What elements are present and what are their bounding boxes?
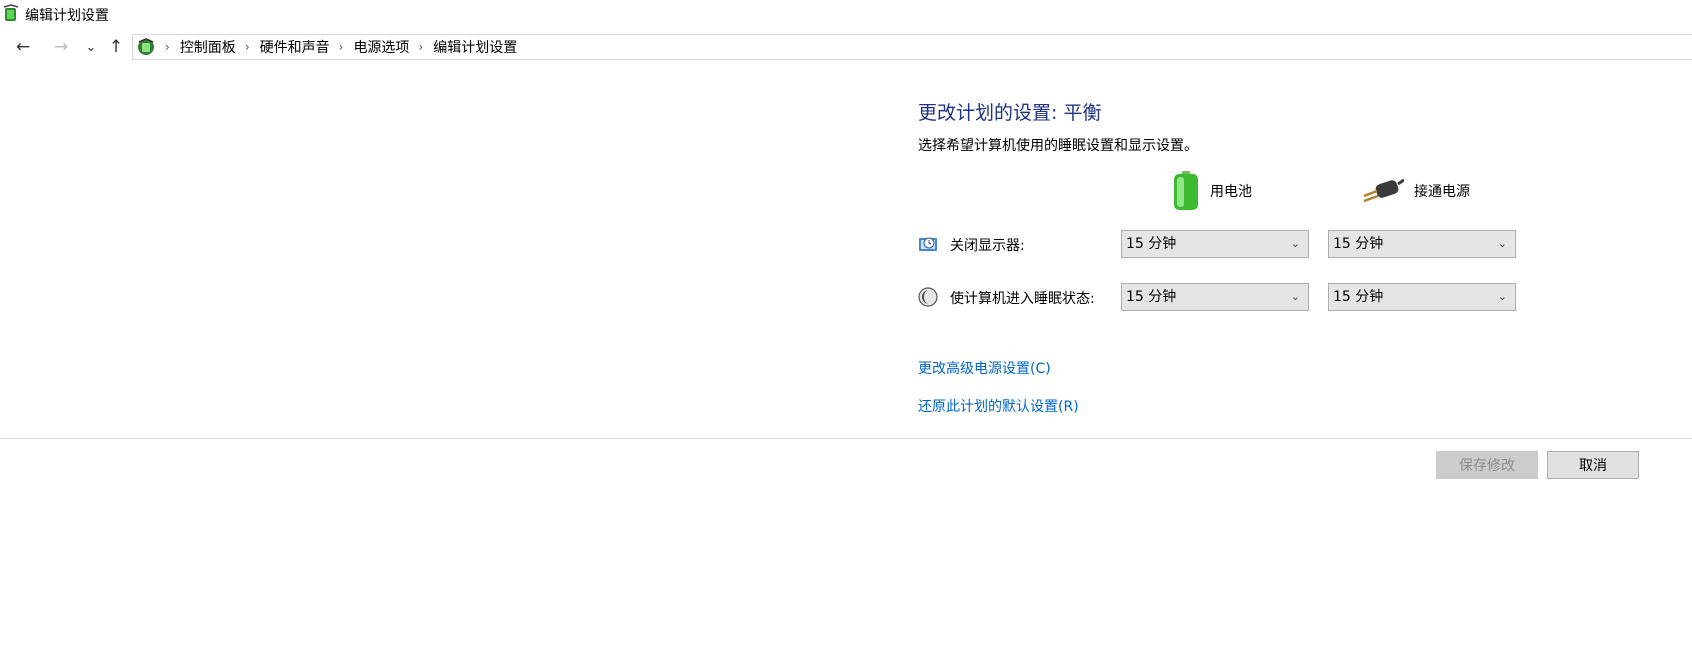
select-value: 15 分钟 [1333,236,1384,252]
display-battery-select[interactable]: 15 分钟 ⌄ [1121,230,1309,258]
navigation-bar: ← → ⌄ ↑ › 控制面板 › 硬件和声音 › 电源选项 › 编辑计划设置 [0,32,1692,62]
monitor-clock-icon [919,237,937,251]
select-value: 15 分钟 [1333,289,1384,305]
select-value: 15 分钟 [1126,289,1177,305]
forward-button[interactable]: → [48,32,74,62]
divider [0,438,1692,439]
setting-row-sleep: 使计算机进入睡眠状态: 15 分钟 ⌄ 15 分钟 ⌄ [918,283,1618,311]
breadcrumb-separator: › [165,40,170,54]
breadcrumb-hardware-sound[interactable]: 硬件和声音 [260,37,330,57]
arrow-left-icon: ← [15,37,31,57]
control-panel-icon [138,38,154,55]
chevron-down-icon: ⌄ [1497,237,1507,250]
cancel-button[interactable]: 取消 [1547,451,1639,479]
chevron-down-icon: ⌄ [1290,290,1300,303]
page-title: 更改计划的设置: 平衡 [918,102,1102,124]
power-options-icon [3,4,19,21]
display-plugged-in-select[interactable]: 15 分钟 ⌄ [1328,230,1516,258]
chevron-down-icon: ⌄ [1290,237,1300,250]
power-plug-icon [1363,178,1404,203]
arrow-right-icon: → [53,37,69,57]
column-header-battery: 用电池 [1172,170,1252,212]
column-label-plugged-in: 接通电源 [1414,184,1470,200]
battery-icon [1174,171,1198,210]
recent-locations-button[interactable]: ⌄ [82,32,100,62]
up-button[interactable]: ↑ [105,32,127,62]
page-description: 选择希望计算机使用的睡眠设置和显示设置。 [918,138,1198,154]
setting-label-sleep: 使计算机进入睡眠状态: [950,291,1095,307]
window-title: 编辑计划设置 [25,8,109,24]
column-label-battery: 用电池 [1210,184,1252,200]
breadcrumb-edit-plan[interactable]: 编辑计划设置 [433,37,517,57]
arrow-up-icon: ↑ [108,37,124,57]
column-header-plugged-in: 接通电源 [1362,170,1470,212]
chevron-down-icon: ⌄ [85,39,97,55]
breadcrumb-separator[interactable]: › [339,40,344,54]
breadcrumb-control-panel[interactable]: 控制面板 [180,37,236,57]
advanced-power-settings-link[interactable]: 更改高级电源设置(C) [918,358,1051,378]
breadcrumb-separator[interactable]: › [245,40,250,54]
breadcrumb-separator[interactable]: › [418,40,423,54]
setting-label-display: 关闭显示器: [950,238,1025,254]
sleep-battery-select[interactable]: 15 分钟 ⌄ [1121,283,1309,311]
sleep-plugged-in-select[interactable]: 15 分钟 ⌄ [1328,283,1516,311]
breadcrumb-power-options[interactable]: 电源选项 [353,37,409,57]
back-button[interactable]: ← [10,32,36,62]
moon-icon [918,287,938,307]
restore-defaults-link[interactable]: 还原此计划的默认设置(R) [918,396,1079,416]
setting-row-display: 关闭显示器: 15 分钟 ⌄ 15 分钟 ⌄ [918,230,1618,258]
select-value: 15 分钟 [1126,236,1177,252]
title-bar: 编辑计划设置 [0,0,1692,28]
save-changes-button[interactable]: 保存修改 [1436,451,1538,479]
address-bar[interactable]: › 控制面板 › 硬件和声音 › 电源选项 › 编辑计划设置 [132,34,1692,60]
chevron-down-icon: ⌄ [1497,290,1507,303]
